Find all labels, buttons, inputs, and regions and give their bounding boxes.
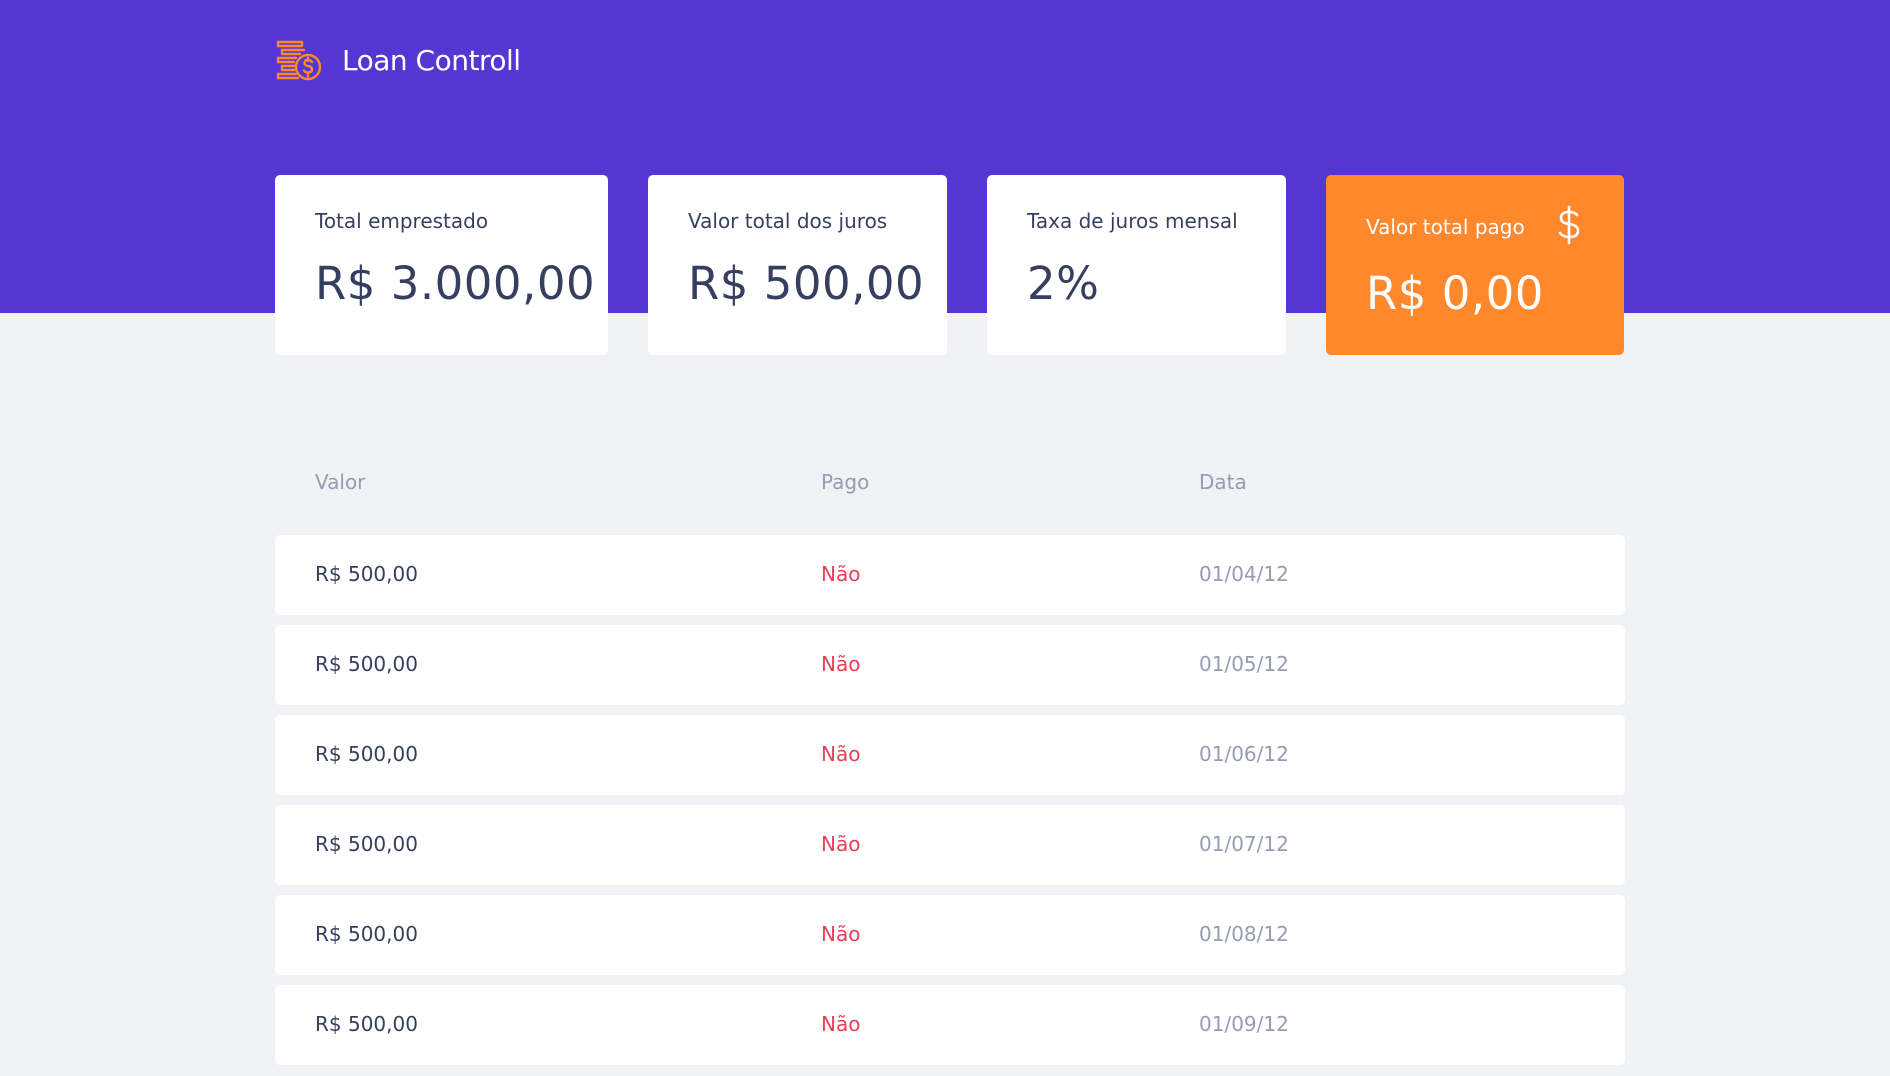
card-total-lent-value: R$ 3.000,00	[315, 257, 596, 310]
cell-data: 01/04/12	[1199, 562, 1289, 586]
cell-data: 01/05/12	[1199, 652, 1289, 676]
cell-valor: R$ 500,00	[315, 742, 418, 766]
table-row[interactable]: R$ 500,00 Não 01/04/12	[275, 535, 1625, 615]
cell-valor: R$ 500,00	[315, 652, 418, 676]
cell-pago: Não	[821, 562, 861, 586]
card-total-interest-title: Valor total dos juros	[688, 209, 888, 233]
coins-dollar-icon	[276, 40, 322, 81]
table-header: Valor Pago Data	[275, 470, 1625, 500]
column-header-pago: Pago	[821, 470, 870, 494]
card-total-paid-title: Valor total pago	[1366, 215, 1525, 239]
card-total-lent: Total emprestado R$ 3.000,00	[275, 175, 608, 355]
table-row[interactable]: R$ 500,00 Não 01/05/12	[275, 625, 1625, 705]
table-row[interactable]: R$ 500,00 Não 01/08/12	[275, 895, 1625, 975]
card-total-paid-head: Valor total pago	[1366, 205, 1584, 245]
card-monthly-rate-value: 2%	[1027, 257, 1100, 310]
cell-pago: Não	[821, 1012, 861, 1036]
app-name: Loan Controll	[342, 43, 521, 77]
installments-table: R$ 500,00 Não 01/04/12 R$ 500,00 Não 01/…	[275, 535, 1625, 1075]
cell-valor: R$ 500,00	[315, 1012, 418, 1036]
card-total-paid-value: R$ 0,00	[1366, 267, 1544, 320]
cell-valor: R$ 500,00	[315, 562, 418, 586]
column-header-valor: Valor	[315, 470, 366, 494]
table-row[interactable]: R$ 500,00 Não 01/07/12	[275, 805, 1625, 885]
table-row[interactable]: R$ 500,00 Não 01/06/12	[275, 715, 1625, 795]
cell-valor: R$ 500,00	[315, 832, 418, 856]
card-monthly-rate: Taxa de juros mensal 2%	[987, 175, 1286, 355]
cell-data: 01/06/12	[1199, 742, 1289, 766]
cell-pago: Não	[821, 652, 861, 676]
cell-data: 01/08/12	[1199, 922, 1289, 946]
cell-data: 01/07/12	[1199, 832, 1289, 856]
table-row[interactable]: R$ 500,00 Não 01/09/12	[275, 985, 1625, 1065]
card-total-interest-value: R$ 500,00	[688, 257, 925, 310]
app-logo[interactable]: Loan Controll	[275, 36, 521, 84]
card-total-lent-title: Total emprestado	[315, 209, 489, 233]
cell-data: 01/09/12	[1199, 1012, 1289, 1036]
card-total-interest: Valor total dos juros R$ 500,00	[648, 175, 947, 355]
dollar-sign-icon	[1558, 205, 1580, 245]
card-total-paid: Valor total pago R$ 0,00	[1326, 175, 1624, 355]
cell-pago: Não	[821, 832, 861, 856]
column-header-data: Data	[1199, 470, 1247, 494]
cell-valor: R$ 500,00	[315, 922, 418, 946]
cell-pago: Não	[821, 922, 861, 946]
cell-pago: Não	[821, 742, 861, 766]
card-monthly-rate-title: Taxa de juros mensal	[1027, 209, 1238, 233]
